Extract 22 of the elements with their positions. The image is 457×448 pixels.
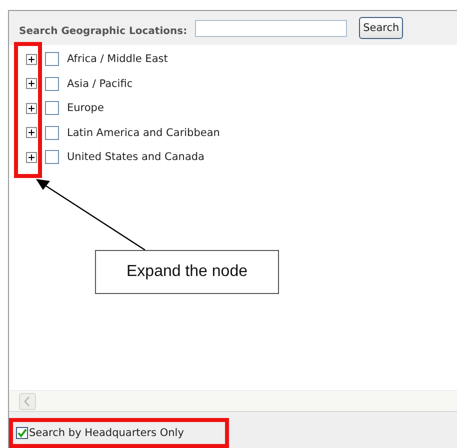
location-label: United States and Canada bbox=[67, 151, 204, 164]
headquarters-checkbox[interactable] bbox=[16, 427, 28, 439]
location-checkbox[interactable] bbox=[45, 76, 59, 91]
search-label: Search Geographic Locations: bbox=[19, 26, 188, 36]
location-checkbox[interactable] bbox=[45, 101, 59, 116]
location-checkbox[interactable] bbox=[45, 126, 59, 140]
expand-icon[interactable] bbox=[26, 102, 37, 114]
location-label: Latin America and Caribbean bbox=[67, 126, 220, 139]
expand-icon[interactable] bbox=[26, 54, 37, 65]
scroll-left-button[interactable] bbox=[19, 392, 36, 410]
expand-icon[interactable] bbox=[26, 78, 37, 90]
location-checkbox[interactable] bbox=[45, 150, 59, 164]
search-field[interactable] bbox=[195, 20, 348, 36]
callout-text: Expand the node bbox=[95, 250, 279, 294]
location-label: Africa / Middle East bbox=[67, 53, 168, 66]
search-button[interactable]: Search bbox=[359, 17, 404, 39]
location-checkbox[interactable] bbox=[45, 52, 59, 66]
location-label: Europe bbox=[67, 102, 104, 114]
expand-icon[interactable] bbox=[26, 127, 37, 138]
headquarters-label: Search by Headquarters Only bbox=[29, 427, 184, 439]
location-label: Asia / Pacific bbox=[67, 78, 133, 90]
expand-icon[interactable] bbox=[26, 152, 37, 163]
